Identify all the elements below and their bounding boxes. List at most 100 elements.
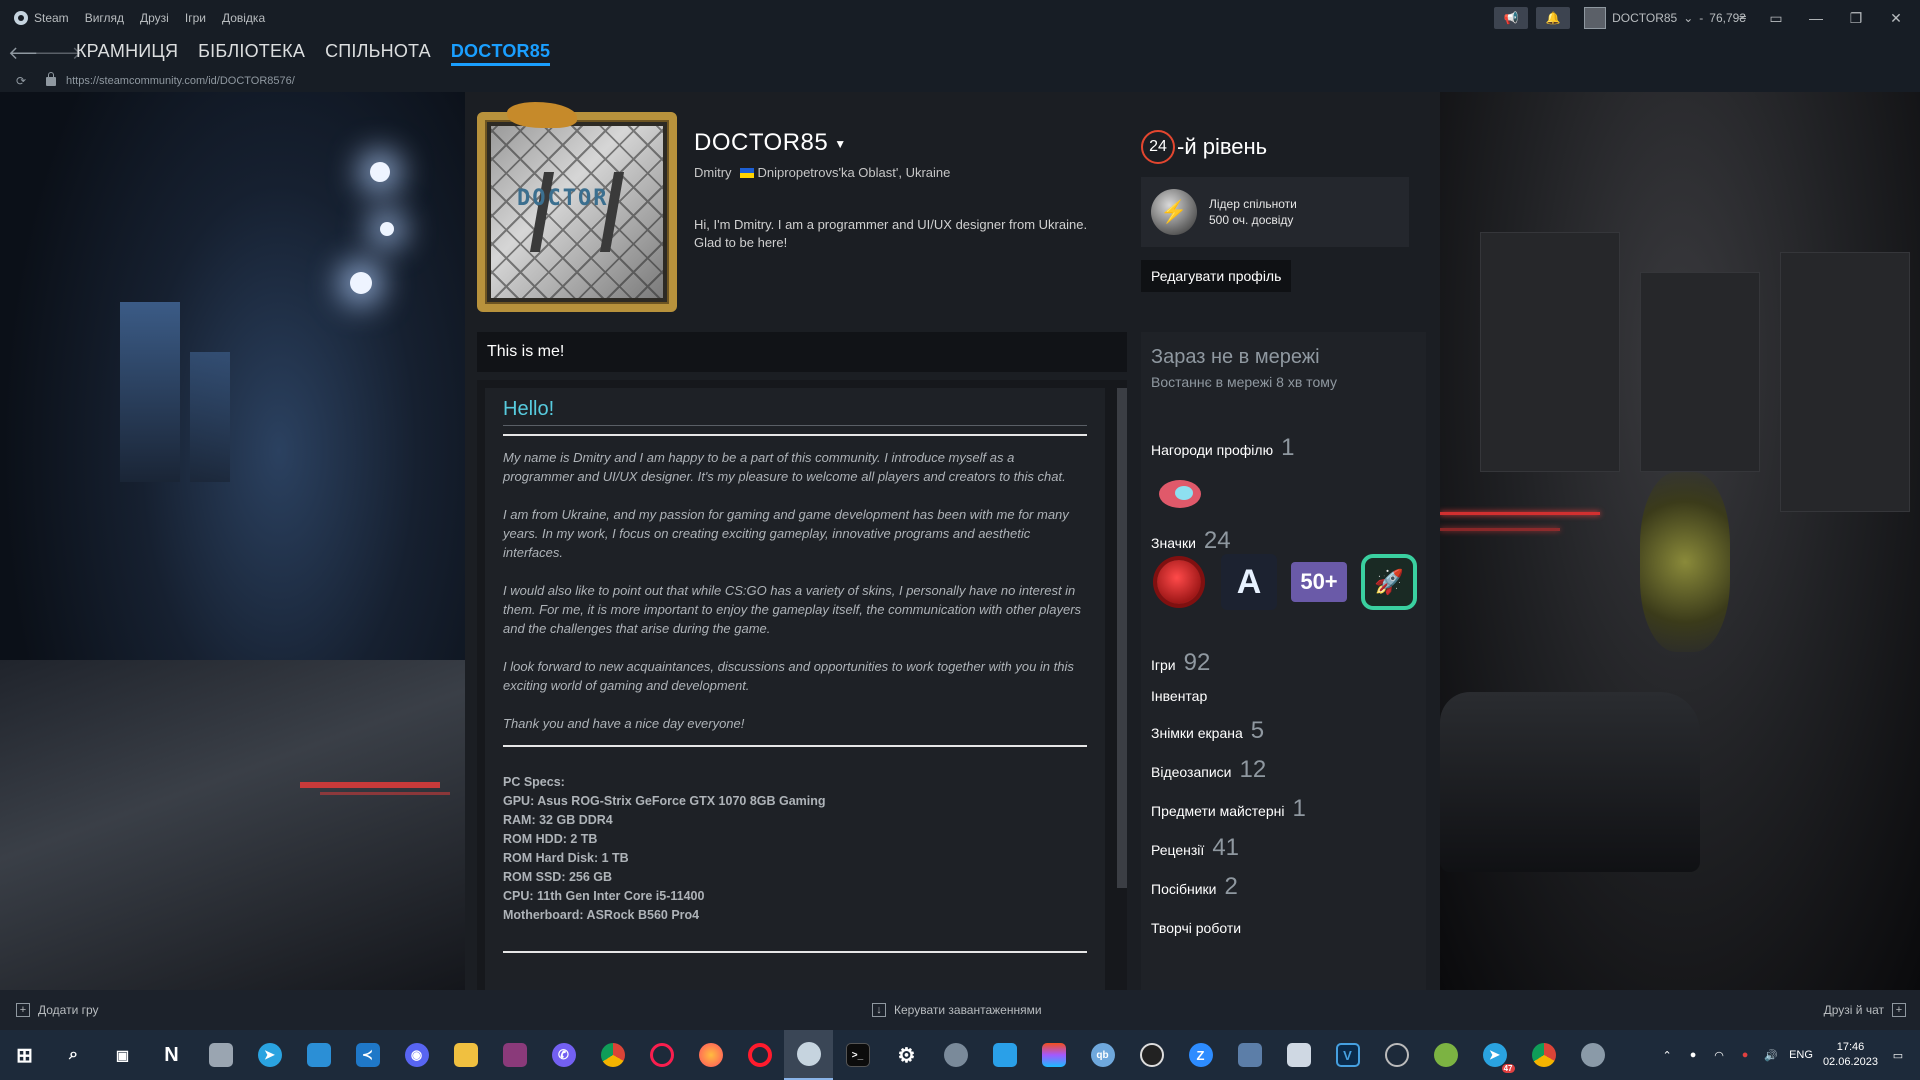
media-icon[interactable] [1568, 1030, 1617, 1080]
tray-app-icon[interactable]: ● [1737, 1047, 1753, 1063]
years-badge-icon[interactable]: 50+ [1291, 562, 1347, 602]
telegram-2-icon[interactable]: ➤ 47 [1470, 1030, 1519, 1080]
discord-icon[interactable]: ◉ [392, 1030, 441, 1080]
search-icon[interactable]: ⌕ [49, 1030, 98, 1080]
steam-tray-icon[interactable]: ● [1685, 1047, 1701, 1063]
nav-store[interactable]: КРАМНИЦЯ [76, 41, 178, 66]
notion-icon[interactable]: N [147, 1030, 196, 1080]
menu-friends[interactable]: Друзі [140, 11, 169, 25]
telegram-icon[interactable]: ➤ [245, 1030, 294, 1080]
artwork-link[interactable]: Творчі роботи [1151, 920, 1249, 936]
screenshots-link[interactable]: Знімки екрана 5 [1151, 717, 1264, 745]
favorite-badge[interactable]: ⚡ Лідер спільноти 500 оч. досвіду [1141, 177, 1409, 247]
explorer-icon[interactable] [196, 1030, 245, 1080]
background-left [0, 92, 465, 990]
badges-link[interactable]: Значки 24 [1151, 527, 1231, 555]
terminal-icon[interactable]: >_ [833, 1030, 882, 1080]
download-icon: ↓ [872, 1003, 886, 1017]
volume-icon[interactable]: 🔊 [1763, 1047, 1779, 1063]
account-menu[interactable]: DOCTOR85 ⌄ - 76,79₴ [1578, 5, 1752, 31]
workshop-link[interactable]: Предмети майстерні 1 [1151, 795, 1306, 823]
inventory-link[interactable]: Інвентар [1151, 688, 1215, 704]
menu-help[interactable]: Довідка [222, 11, 265, 25]
chrome-2-icon[interactable] [1519, 1030, 1568, 1080]
chevron-up-icon[interactable]: ⌃ [1659, 1047, 1675, 1063]
letter-a-badge-icon[interactable]: A [1221, 554, 1277, 610]
badges-count: 24 [1203, 527, 1231, 554]
big-picture-button[interactable]: ▭ [1760, 6, 1792, 30]
close-button[interactable]: ✕ [1880, 6, 1912, 30]
v-app-icon[interactable]: V [1323, 1030, 1372, 1080]
profile-awards-link[interactable]: Нагороди профілю 1 [1151, 434, 1294, 462]
friends-chat-button[interactable]: Друзі й чат + [1824, 1003, 1906, 1017]
notifications-icon[interactable]: ▭ [1888, 1047, 1908, 1063]
reviews-link[interactable]: Рецензії 41 [1151, 834, 1239, 862]
figma-icon[interactable] [1029, 1030, 1078, 1080]
android-icon[interactable] [1421, 1030, 1470, 1080]
edit-profile-button[interactable]: Редагувати профіль [1141, 260, 1292, 292]
rocket-badge-icon[interactable]: 🚀 [1361, 554, 1417, 610]
nav-library[interactable]: БІБЛІОТЕКА [198, 41, 305, 66]
steam-taskbar-icon[interactable] [784, 1030, 833, 1080]
menu-games[interactable]: Ігри [185, 11, 206, 25]
chrome-icon[interactable] [588, 1030, 637, 1080]
winrar-icon[interactable] [490, 1030, 539, 1080]
notepad-icon[interactable] [1274, 1030, 1323, 1080]
wifi-icon[interactable]: ◠ [1711, 1047, 1727, 1063]
settings-gear-icon[interactable]: ⚙ [882, 1030, 931, 1080]
wallet-separator: - [1699, 11, 1704, 25]
badges-label: Значки [1151, 535, 1196, 551]
showcase-scrollbar[interactable] [1117, 388, 1127, 888]
level-label: -й рівень [1177, 134, 1268, 159]
notifications-button[interactable]: 🔔 [1536, 7, 1571, 29]
account-avatar [1584, 7, 1607, 29]
pc-specs: PC Specs: GPU: Asus ROG-Strix GeForce GT… [503, 773, 1087, 925]
keyboard-language[interactable]: ENG [1789, 1049, 1813, 1061]
monitor-app-icon[interactable] [1225, 1030, 1274, 1080]
videos-link[interactable]: Відеозаписи 12 [1151, 756, 1266, 784]
clock[interactable]: 17:46 02.06.2023 [1823, 1040, 1878, 1070]
announcements-button[interactable]: 📢 [1494, 7, 1529, 29]
task-view-icon[interactable]: ▣ [98, 1030, 147, 1080]
obs-icon[interactable] [1127, 1030, 1176, 1080]
persona-name-menu[interactable]: DOCTOR85 ▼ [694, 129, 847, 157]
folder-icon[interactable] [441, 1030, 490, 1080]
avatar[interactable]: DOCTOR [477, 102, 677, 312]
friends-label: Друзі й чат [1823, 1003, 1884, 1017]
obs-studio-icon[interactable] [1372, 1030, 1421, 1080]
store-icon[interactable] [294, 1030, 343, 1080]
zoom-icon[interactable]: Z [1176, 1030, 1225, 1080]
downloads-button[interactable]: ↓ Керувати завантаженнями [872, 1003, 1042, 1017]
nav-community[interactable]: СПІЛЬНОТА [325, 41, 431, 66]
menu-view[interactable]: Вигляд [85, 11, 124, 25]
viber-icon[interactable]: ✆ [539, 1030, 588, 1080]
stat-label: Інвентар [1151, 688, 1208, 704]
windows-start-icon[interactable]: ⊞ [0, 1030, 49, 1080]
profile-panel: DOCTOR DOCTOR85 ▼ Dmitry Dnipropetrovs'ka… [465, 92, 1440, 990]
vscode-icon[interactable]: ≺ [343, 1030, 392, 1080]
minimize-button[interactable]: — [1800, 6, 1832, 30]
forward-arrow-icon[interactable]: 🡒 [34, 43, 82, 64]
stat-label: Творчі роботи [1151, 920, 1242, 936]
restore-button[interactable]: ❐ [1840, 6, 1872, 30]
opera-gx-icon[interactable] [637, 1030, 686, 1080]
reload-icon[interactable]: ⟳ [16, 74, 32, 88]
profile-award-icon[interactable] [1151, 474, 1203, 514]
stack-icon[interactable] [931, 1030, 980, 1080]
games-link[interactable]: Ігри 92 [1151, 649, 1210, 677]
red-badge-icon[interactable] [1151, 554, 1207, 610]
back-arrow-icon[interactable]: 🡐 [8, 43, 56, 64]
firefox-icon[interactable] [686, 1030, 735, 1080]
favorite-badge-xp: 500 оч. досвіду [1209, 213, 1294, 227]
opera-icon[interactable] [735, 1030, 784, 1080]
downloads-label: Керувати завантаженнями [894, 1003, 1042, 1017]
add-game-button[interactable]: + Додати гру [16, 1003, 99, 1017]
nav-profile[interactable]: DOCTOR85 [450, 41, 551, 66]
qbittorrent-icon[interactable]: qb [1078, 1030, 1127, 1080]
guides-link[interactable]: Посібники 2 [1151, 873, 1238, 901]
url-text[interactable]: https://steamcommunity.com/id/DOCTOR8576… [66, 75, 295, 87]
profile-level[interactable]: 24 -й рівень [1141, 130, 1267, 164]
steam-menu[interactable]: Steam [14, 11, 69, 25]
edge-icon[interactable] [980, 1030, 1029, 1080]
title-bar-controls: 📢 🔔 DOCTOR85 ⌄ - 76,79₴ ▭ — ❐ ✕ [1494, 0, 1920, 36]
